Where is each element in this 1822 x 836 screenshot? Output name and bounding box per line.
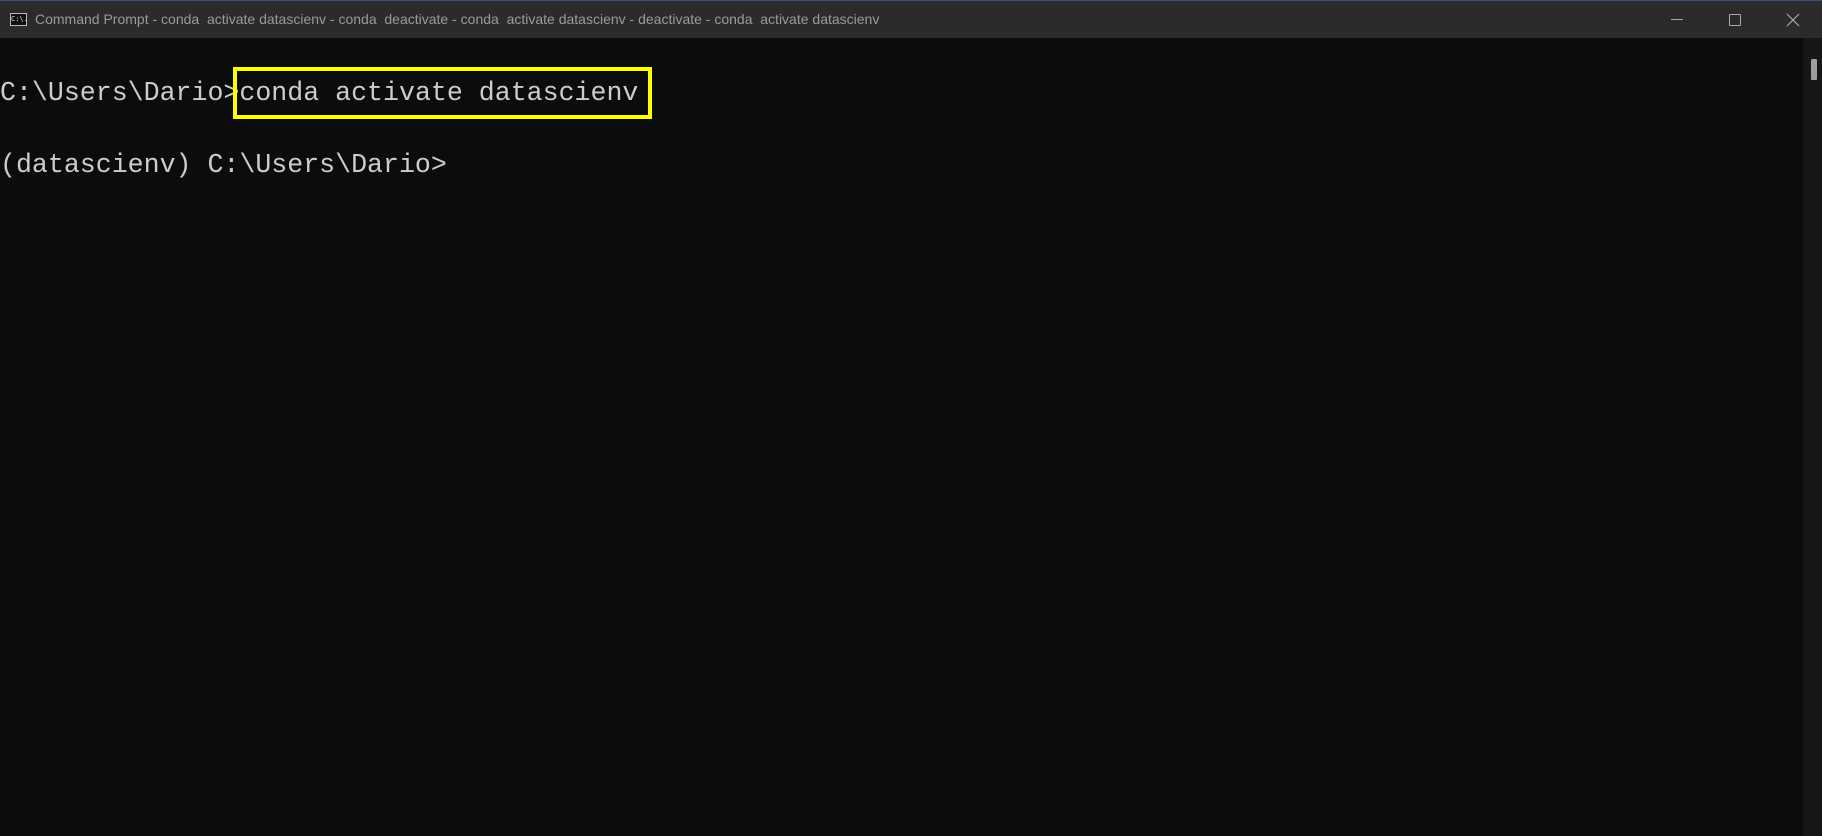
terminal-output[interactable]: C:\Users\Dario>conda activate datascienv… [0, 38, 1803, 836]
window-title: Command Prompt - conda activate datascie… [35, 11, 880, 27]
scrollbar-thumb[interactable] [1811, 59, 1817, 80]
vertical-scrollbar[interactable] [1803, 38, 1822, 836]
close-button[interactable] [1764, 1, 1822, 39]
highlight-box [233, 67, 652, 119]
maximize-button[interactable] [1706, 1, 1764, 39]
prompt: (datascienv) C:\Users\Dario> [0, 150, 447, 180]
prompt: C:\Users\Dario> [0, 78, 240, 108]
minimize-button[interactable] [1648, 1, 1706, 39]
cmd-icon: C:\. [10, 13, 27, 26]
terminal-line: (datascienv) C:\Users\Dario> [0, 149, 447, 181]
close-icon [1786, 13, 1800, 27]
title-bar[interactable]: C:\. Command Prompt - conda activate dat… [0, 0, 1822, 38]
